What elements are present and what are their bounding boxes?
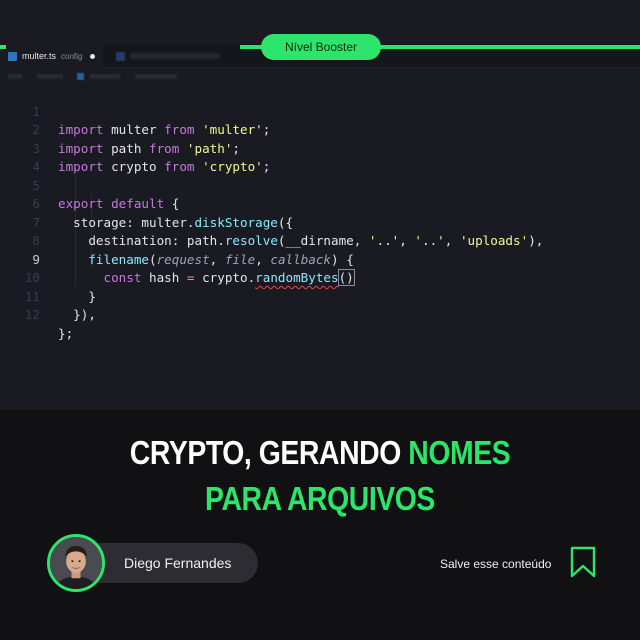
breadcrumb-segment — [8, 73, 22, 79]
code-line: 4 — [0, 140, 640, 174]
author-name: Diego Fernandes — [124, 555, 232, 571]
tab-filename: multer.ts — [22, 51, 57, 61]
tab-multer-ts[interactable]: multer.ts config — [0, 44, 104, 68]
code-line: 6 storage: multer.diskStorage({ — [0, 177, 640, 230]
typescript-file-icon — [8, 51, 17, 61]
breadcrumb-segment — [90, 73, 121, 79]
code-line-current: 9 const hash = crypto.randomBytes() — [0, 232, 640, 286]
breadcrumb-segment — [36, 73, 63, 79]
tab-folder: config — [61, 51, 83, 61]
blurred-tab-label — [130, 53, 220, 59]
typescript-file-icon — [77, 72, 85, 80]
avatar-icon — [50, 537, 102, 589]
code-line: 8 filename(request, file, callback) { — [0, 214, 640, 267]
typescript-file-icon — [116, 51, 125, 61]
code-line: 5 export default { — [0, 158, 640, 212]
line-number: 12 — [24, 307, 40, 322]
accent-line — [0, 45, 6, 49]
avatar — [47, 534, 105, 592]
code-area[interactable]: 1 import multer from 'multer'; 2 import … — [0, 84, 640, 341]
code-line: 2 import path from 'path'; — [0, 103, 640, 156]
code-line: 1 import multer from 'multer'; — [0, 84, 640, 138]
breadcrumb-segment — [135, 73, 178, 79]
code-line: 12 }; — [0, 288, 640, 341]
code-editor: multer.ts config › › › 1 import multer f… — [0, 0, 640, 410]
save-label: Salve esse conteúdo — [440, 557, 552, 571]
code-line: 10 } — [0, 251, 640, 304]
breadcrumb: › › › — [8, 70, 178, 82]
code-line: 7 destination: path.resolve(__dirname, '… — [0, 195, 640, 249]
code-line: 3 import crypto from 'crypto'; — [0, 121, 640, 175]
tab-inactive[interactable] — [108, 44, 228, 68]
code-line: 11 }), — [0, 269, 640, 323]
page-title: CRYPTO, GERANDO NOMES PARA ARQUIVOS — [129, 434, 511, 517]
bookmark-icon[interactable] — [569, 546, 597, 578]
level-badge: Nível Booster — [261, 34, 381, 60]
unsaved-dot-icon — [90, 53, 96, 59]
